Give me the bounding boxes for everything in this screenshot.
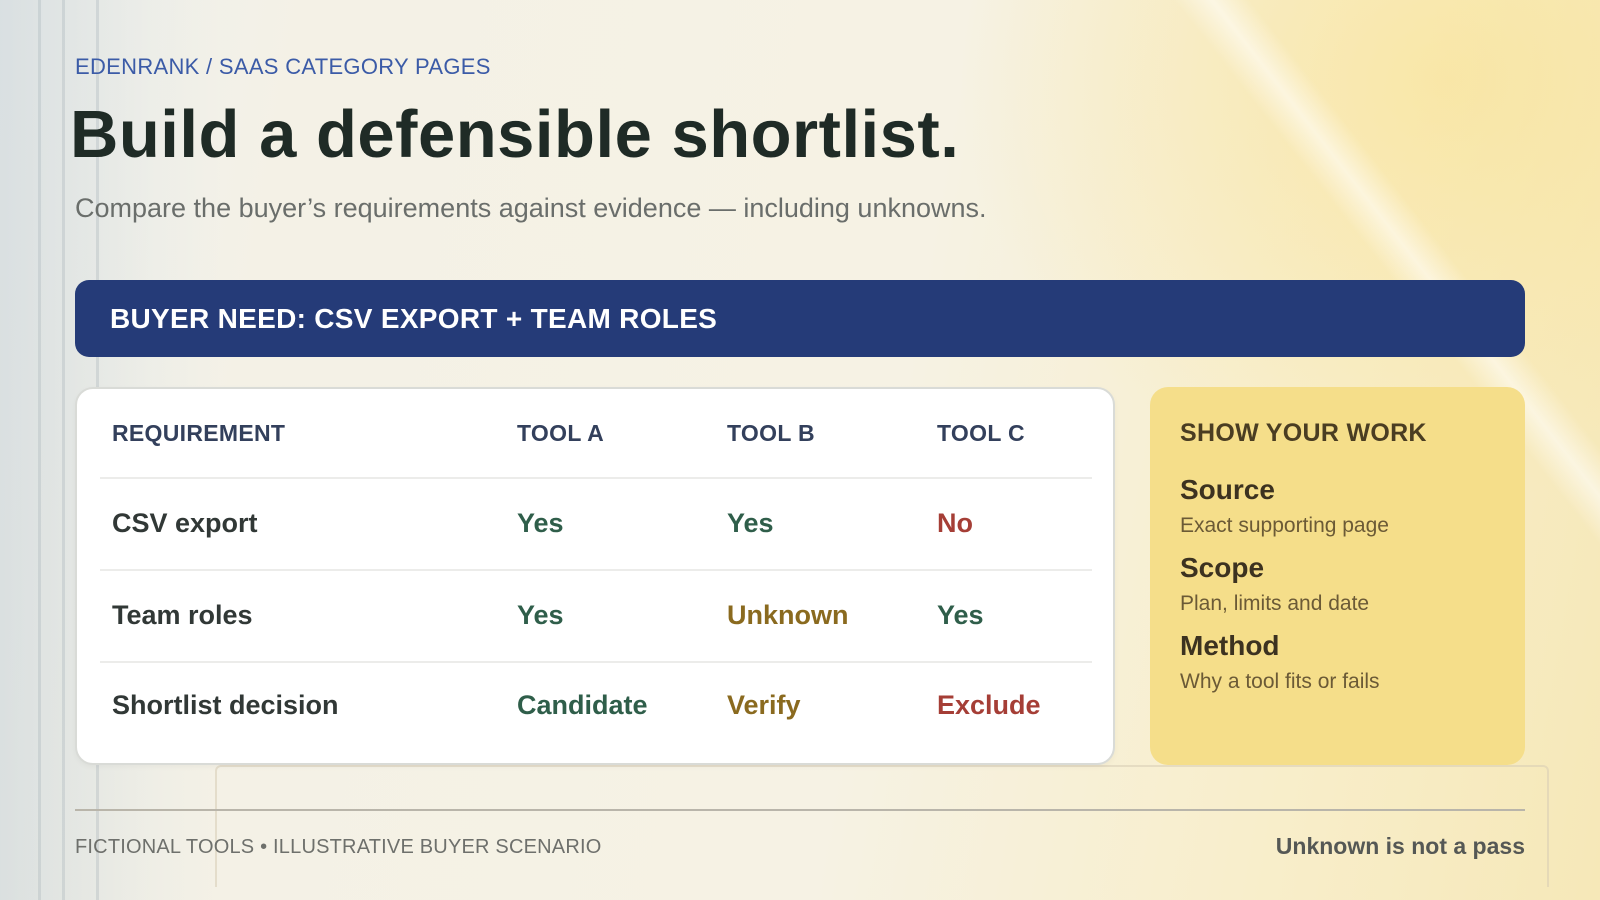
work-item-name: Method [1180,630,1280,661]
tool-b-value: Yes [727,507,774,538]
requirement-label: CSV export [112,507,258,538]
tool-a-value: Yes [517,507,564,538]
work-item-description: Why a tool fits or fails [1180,670,1380,693]
work-item-source: Source Exact supporting page [1180,474,1495,538]
table-row-csv-export: CSV export Yes Yes No [100,477,1092,571]
requirement-label: Team roles [112,599,253,630]
tool-b-decision: Verify [727,689,801,720]
column-header-tool-b: TOOL B [727,419,815,446]
footer-tagline: Unknown is not a pass [1275,833,1525,859]
work-item-method: Method Why a tool fits or fails [1180,630,1495,694]
show-your-work-card: SHOW YOUR WORK Source Exact supporting p… [1150,387,1525,765]
column-header-tool-c: TOOL C [937,419,1025,446]
table-row-shortlist-decision: Shortlist decision Candidate Verify Excl… [100,661,1092,749]
comparison-table: REQUIREMENT TOOL A TOOL B TOOL C CSV exp… [75,387,1115,765]
show-your-work-title: SHOW YOUR WORK [1180,419,1427,447]
breadcrumb: EDENRANK / SAAS CATEGORY PAGES [75,54,491,79]
tool-a-decision: Candidate [517,689,648,720]
tool-a-value: Yes [517,599,564,630]
tool-c-value: Yes [937,599,984,630]
slide-content: EDENRANK / SAAS CATEGORY PAGES Build a d… [0,0,1600,900]
table-row-team-roles: Team roles Yes Unknown Yes [100,569,1092,663]
page-title: Build a defensible shortlist. [70,97,960,172]
buyer-need-banner: BUYER NEED: CSV EXPORT + TEAM ROLES [75,280,1525,357]
footer-divider [75,809,1525,811]
work-item-description: Exact supporting page [1180,514,1389,537]
work-item-name: Scope [1180,552,1265,583]
tool-c-decision: Exclude [937,689,1041,720]
page-subtitle: Compare the buyer’s requirements against… [75,193,987,223]
footer-caption: FICTIONAL TOOLS • ILLUSTRATIVE BUYER SCE… [75,836,602,858]
table-header-row: REQUIREMENT TOOL A TOOL B TOOL C [100,389,1092,479]
column-header-tool-a: TOOL A [517,419,604,446]
work-item-scope: Scope Plan, limits and date [1180,552,1495,616]
column-header-requirement: REQUIREMENT [112,419,286,446]
buyer-need-label: BUYER NEED: CSV EXPORT + TEAM ROLES [110,302,718,334]
requirement-label: Shortlist decision [112,689,339,720]
work-item-name: Source [1180,474,1275,505]
tool-c-value: No [937,507,973,538]
tool-b-value: Unknown [727,599,849,630]
work-item-description: Plan, limits and date [1180,592,1370,615]
